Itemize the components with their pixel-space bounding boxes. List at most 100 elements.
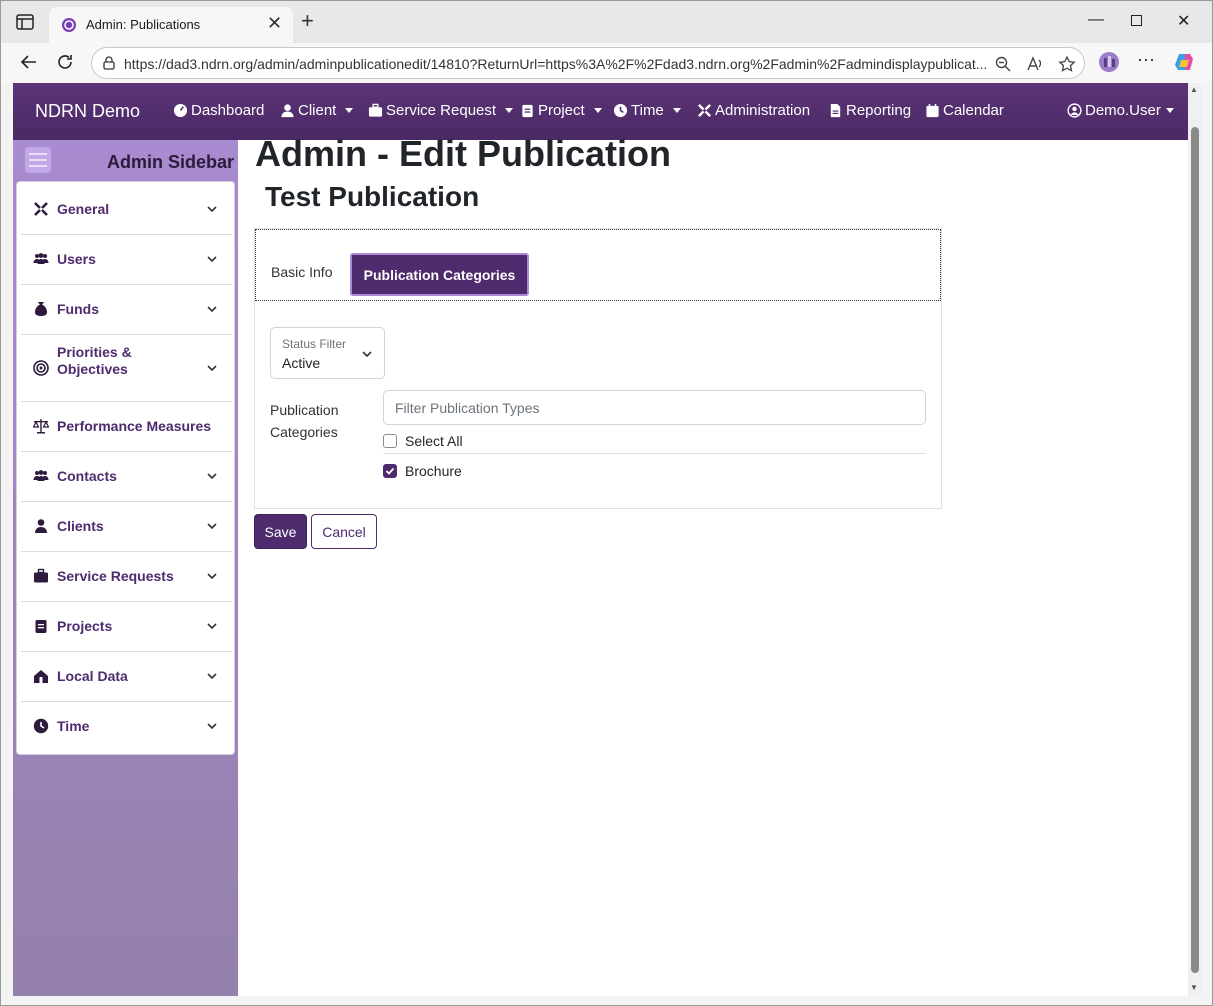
profile-avatar-icon[interactable] [1098, 51, 1120, 73]
tab-bar: Admin: Publications ✕ + — ✕ [1, 1, 1212, 43]
chevron-down-icon [207, 473, 217, 480]
nav-service-request[interactable]: Service Request [368, 102, 514, 119]
back-icon[interactable] [19, 52, 39, 72]
briefcase-icon [34, 568, 48, 583]
tab-title: Admin: Publications [86, 17, 201, 32]
tab-actions-icon[interactable] [15, 12, 35, 32]
close-tab-icon[interactable]: ✕ [267, 14, 282, 32]
calendar-icon [926, 103, 939, 118]
maximize-icon[interactable] [1131, 15, 1142, 26]
chevron-down-icon [207, 206, 217, 213]
lock-icon[interactable] [102, 56, 116, 70]
tab-strip: Basic Info Publication Categories [255, 229, 941, 301]
browser-window: Admin: Publications ✕ + — ✕ https://dad3… [0, 0, 1213, 1006]
copilot-icon[interactable] [1173, 51, 1195, 73]
publication-categories-label: Publication Categories [270, 402, 339, 440]
nav-administration[interactable]: Administration [697, 102, 810, 119]
sidebar-item-time[interactable]: Time [21, 702, 232, 752]
chevron-down-icon [207, 306, 217, 313]
sidebar-toggle-button[interactable] [25, 147, 51, 173]
nav-calendar-label: Calendar [943, 102, 1004, 119]
list-item[interactable]: Brochure [383, 463, 462, 479]
tools-icon [34, 202, 48, 216]
clock-icon [33, 718, 49, 734]
tab-basic-info[interactable]: Basic Info [271, 264, 332, 280]
publication-name: Test Publication [265, 181, 480, 212]
sidebar-item-contacts[interactable]: Contacts [21, 452, 232, 502]
sidebar-item-clients[interactable]: Clients [21, 502, 232, 552]
scrollbar-thumb[interactable] [1191, 127, 1199, 973]
chevron-down-icon [207, 673, 217, 680]
top-navbar: NDRN Demo Dashboard Client Service Reque… [13, 83, 1188, 140]
read-aloud-icon[interactable] [1026, 55, 1044, 73]
hamburger-icon [29, 153, 47, 155]
nav-reporting[interactable]: Reporting [828, 102, 911, 119]
select-all-label: Select All [405, 433, 463, 449]
zoom-icon[interactable] [994, 55, 1012, 73]
page-scrollbar[interactable]: ▲ ▼ [1188, 83, 1202, 996]
chevron-down-icon [207, 256, 217, 263]
sidebar-item-users[interactable]: Users [21, 235, 232, 285]
nav-user-menu[interactable]: Demo.User [1067, 102, 1174, 119]
select-all-checkbox[interactable] [383, 434, 397, 448]
caret-down-icon [505, 108, 514, 113]
filter-publication-types-input[interactable] [383, 390, 926, 425]
clock-icon [613, 103, 628, 118]
sidebar-item-label: Projects [57, 618, 113, 634]
status-filter-label: Status Filter [282, 337, 347, 351]
sidebar-item-performance-measures[interactable]: Performance Measures [21, 402, 232, 452]
nav-client-label: Client [298, 102, 337, 119]
nav-time-label: Time [631, 102, 664, 119]
sidebar-item-service-requests[interactable]: Service Requests [21, 552, 232, 602]
scroll-up-icon[interactable]: ▲ [1190, 85, 1198, 94]
clipboard-icon [522, 104, 533, 118]
more-options-icon[interactable]: ··· [1137, 49, 1159, 71]
status-filter-value: Active [282, 355, 321, 371]
admin-sidebar: Admin Sidebar General Users Funds Priori… [13, 140, 238, 996]
page-viewport: NDRN Demo Dashboard Client Service Reque… [13, 83, 1188, 996]
refresh-icon[interactable] [55, 52, 75, 72]
sidebar-item-label: Funds [57, 301, 99, 317]
nav-time[interactable]: Time [613, 102, 681, 119]
sidebar-menu: General Users Funds Priorities & Objecti… [16, 181, 235, 755]
brochure-checkbox[interactable] [383, 464, 397, 478]
brand-link[interactable]: NDRN Demo [35, 101, 140, 122]
caret-down-icon [1165, 108, 1174, 113]
sidebar-item-priorities[interactable]: Priorities & Objectives [21, 335, 232, 402]
sidebar-item-label: General [57, 201, 110, 217]
minimize-icon[interactable]: — [1088, 11, 1104, 29]
sidebar-item-label: Service Requests [57, 568, 174, 584]
url-field[interactable]: https://dad3.ndrn.org/admin/adminpublica… [91, 47, 1085, 79]
save-button[interactable]: Save [254, 514, 307, 549]
edit-card: Basic Info Publication Categories Status… [254, 228, 942, 509]
checkmark-icon [385, 467, 395, 475]
sidebar-item-local-data[interactable]: Local Data [21, 652, 232, 702]
sidebar-item-projects[interactable]: Projects [21, 602, 232, 652]
chevron-down-icon [207, 573, 217, 580]
target-icon [33, 360, 49, 376]
url-text[interactable]: https://dad3.ndrn.org/admin/adminpublica… [124, 56, 994, 72]
select-all-row[interactable]: Select All [383, 433, 463, 449]
nav-calendar[interactable]: Calendar [925, 102, 1004, 119]
sidebar-item-funds[interactable]: Funds [21, 285, 232, 335]
scroll-down-icon[interactable]: ▼ [1190, 983, 1198, 992]
chevron-down-icon [362, 351, 372, 358]
chevron-down-icon [207, 723, 217, 730]
nav-dashboard[interactable]: Dashboard [173, 102, 264, 119]
cancel-button[interactable]: Cancel [311, 514, 377, 549]
caret-down-icon [593, 108, 602, 113]
tab-publication-categories[interactable]: Publication Categories [350, 253, 529, 296]
tools-icon [698, 104, 711, 117]
money-bag-icon [35, 302, 47, 316]
close-window-icon[interactable]: ✕ [1177, 11, 1190, 31]
favorite-star-icon[interactable] [1058, 55, 1076, 73]
nav-project[interactable]: Project [520, 102, 602, 119]
sidebar-item-label: Time [57, 718, 90, 734]
clipboard-icon [35, 620, 47, 633]
sidebar-item-general[interactable]: General [21, 185, 232, 235]
new-tab-icon[interactable]: + [301, 10, 314, 32]
status-filter-select[interactable]: Status Filter Active [270, 327, 385, 379]
user-icon [281, 104, 294, 118]
browser-tab[interactable]: Admin: Publications ✕ [49, 7, 293, 43]
nav-client[interactable]: Client [280, 102, 354, 119]
